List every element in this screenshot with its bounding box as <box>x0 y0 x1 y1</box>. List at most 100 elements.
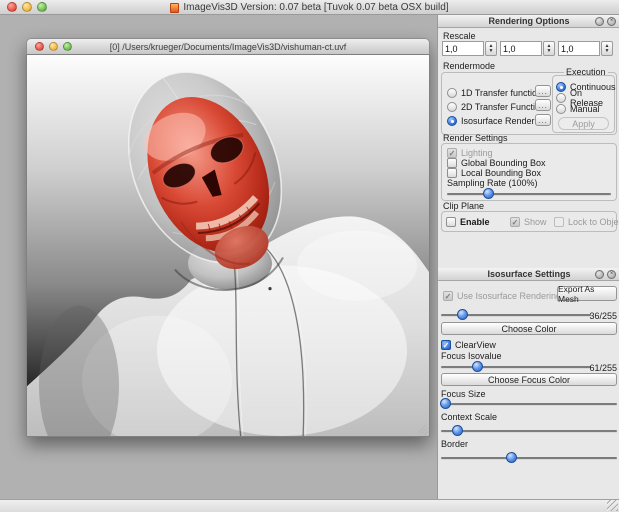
dock-close-button[interactable]: × <box>607 17 616 26</box>
rescale-z-stepper[interactable]: ▲▼ <box>601 41 613 56</box>
viewer-zoom-button[interactable] <box>63 42 72 51</box>
viewer-title: [0] /Users/krueger/Documents/ImageVis3D/… <box>27 42 429 52</box>
rendermode-label: Rendermode <box>443 61 495 71</box>
panel-title: Rendering Options <box>489 16 570 26</box>
slider-thumb[interactable] <box>472 361 483 372</box>
border-slider[interactable] <box>441 452 617 464</box>
rescale-z-spinbox: ▲▼ <box>558 41 613 56</box>
viewer-close-button[interactable] <box>35 42 44 51</box>
window-controls <box>7 2 47 12</box>
rescale-x-input[interactable] <box>442 41 484 56</box>
local-bb-label: Local Bounding Box <box>461 168 541 178</box>
rendering-options-header[interactable]: Rendering Options × <box>438 15 619 28</box>
radio-icon <box>447 102 457 112</box>
border-label: Border <box>441 439 468 449</box>
radio-label: Isosurface Rendering <box>461 116 547 126</box>
render-viewport[interactable] <box>26 55 430 437</box>
context-scale-slider[interactable] <box>441 425 617 437</box>
radio-label: 1D Transfer function <box>461 88 542 98</box>
clip-show-row[interactable]: ✓ Show <box>510 216 547 227</box>
radio-icon <box>447 88 457 98</box>
clip-plane-groupbox: Enable ✓ Show Lock to Object <box>441 211 617 232</box>
clip-show-checkbox[interactable]: ✓ <box>510 217 520 227</box>
imagevis3d-window: ImageVis3D Version: 0.07 beta [Tuvok 0.0… <box>0 0 619 512</box>
document-icon <box>170 3 179 13</box>
clip-enable-checkbox[interactable] <box>446 217 456 227</box>
global-bb-label: Global Bounding Box <box>461 158 546 168</box>
lighting-checkbox[interactable]: ✓ <box>447 148 457 158</box>
slider-thumb[interactable] <box>452 425 463 436</box>
slider-thumb[interactable] <box>440 398 451 409</box>
zoom-window-button[interactable] <box>37 2 47 12</box>
dock-area: Rendering Options × Rescale ▲▼ ▲▼ ▲▼ Ren… <box>437 15 619 499</box>
dock-float-button[interactable] <box>595 17 604 26</box>
viewer-window-controls <box>35 42 72 51</box>
slider-groove <box>441 457 617 459</box>
radio-on-release[interactable]: On Release <box>556 92 614 103</box>
isosurface-settings-panel: Isosurface Settings × ✓ Use Isosurface R… <box>438 268 619 499</box>
isovalue-slider[interactable] <box>441 309 591 321</box>
status-bar <box>0 499 619 512</box>
dock-float-button[interactable] <box>595 270 604 279</box>
close-window-button[interactable] <box>7 2 17 12</box>
export-as-mesh-button[interactable]: Export As Mesh <box>557 286 617 301</box>
context-scale-label: Context Scale <box>441 412 497 422</box>
choose-focus-color-button[interactable]: Choose Focus Color <box>441 373 617 386</box>
radio-icon <box>556 104 566 114</box>
focus-isovalue-readout: 61/255 <box>589 363 617 373</box>
render-artifact-dot <box>268 287 271 290</box>
sampling-rate-slider[interactable] <box>447 188 611 200</box>
execution-groupbox: Continuous On Release Manual Apply <box>552 75 615 133</box>
clip-plane-label: Clip Plane <box>443 201 484 211</box>
rendermode-groupbox: 1D Transfer function 2D Transfer Functio… <box>441 72 617 135</box>
edit-1d-tf-button[interactable]: ... <box>535 85 551 97</box>
edit-iso-button[interactable]: ... <box>535 114 551 126</box>
rescale-y-stepper[interactable]: ▲▼ <box>543 41 555 56</box>
viewer-titlebar[interactable]: [0] /Users/krueger/Documents/ImageVis3D/… <box>26 38 430 55</box>
dock-close-button[interactable]: × <box>607 270 616 279</box>
focus-size-slider[interactable] <box>441 398 617 410</box>
window-resize-grip[interactable] <box>607 500 618 511</box>
clearview-row[interactable]: ✓ ClearView <box>441 339 496 350</box>
use-isosurface-checkbox[interactable]: ✓ <box>443 291 453 301</box>
radio-2d-transfer[interactable]: 2D Transfer Function <box>447 101 545 112</box>
focus-isovalue-slider[interactable] <box>441 361 591 373</box>
panel-title: Isosurface Settings <box>487 269 570 279</box>
rescale-x-stepper[interactable]: ▲▼ <box>485 41 497 56</box>
slider-thumb[interactable] <box>483 188 494 199</box>
mdi-area: [0] /Users/krueger/Documents/ImageVis3D/… <box>0 15 437 499</box>
radio-manual[interactable]: Manual <box>556 103 600 114</box>
slider-thumb[interactable] <box>457 309 468 320</box>
rescale-y-spinbox: ▲▼ <box>500 41 555 56</box>
use-isosurface-row[interactable]: ✓ Use Isosurface Rendering <box>443 290 561 301</box>
clip-show-label: Show <box>524 217 547 227</box>
apply-button[interactable]: Apply <box>558 117 609 130</box>
rescale-y-input[interactable] <box>500 41 542 56</box>
render-settings-label: Render Settings <box>443 133 508 143</box>
choose-color-button[interactable]: Choose Color <box>441 322 617 335</box>
slider-thumb[interactable] <box>506 452 517 463</box>
isosurface-settings-header[interactable]: Isosurface Settings × <box>438 268 619 281</box>
lighting-label: Lighting <box>461 148 493 158</box>
global-bb-checkbox[interactable] <box>447 158 457 168</box>
clearview-checkbox[interactable]: ✓ <box>441 340 451 350</box>
radio-icon <box>556 93 566 103</box>
radio-1d-transfer[interactable]: 1D Transfer function <box>447 87 542 98</box>
rendering-options-panel: Rendering Options × Rescale ▲▼ ▲▼ ▲▼ Ren… <box>438 15 619 268</box>
app-title: ImageVis3D Version: 0.07 beta [Tuvok 0.0… <box>183 2 448 13</box>
edit-2d-tf-button[interactable]: ... <box>535 99 551 111</box>
radio-icon-selected <box>556 82 566 92</box>
radio-label: 2D Transfer Function <box>461 102 545 112</box>
sampling-rate-label: Sampling Rate (100%) <box>447 178 538 188</box>
clip-lock-row[interactable]: Lock to Object <box>554 216 619 227</box>
clip-enable-label: Enable <box>460 217 490 227</box>
local-bb-checkbox-row[interactable]: Local Bounding Box <box>447 167 541 178</box>
clip-enable-row[interactable]: Enable <box>446 216 490 227</box>
minimize-window-button[interactable] <box>22 2 32 12</box>
rescale-x-spinbox: ▲▼ <box>442 41 497 56</box>
radio-isosurface[interactable]: Isosurface Rendering <box>447 115 547 126</box>
rescale-z-input[interactable] <box>558 41 600 56</box>
clip-lock-checkbox[interactable] <box>554 217 564 227</box>
local-bb-checkbox[interactable] <box>447 168 457 178</box>
viewer-minimize-button[interactable] <box>49 42 58 51</box>
